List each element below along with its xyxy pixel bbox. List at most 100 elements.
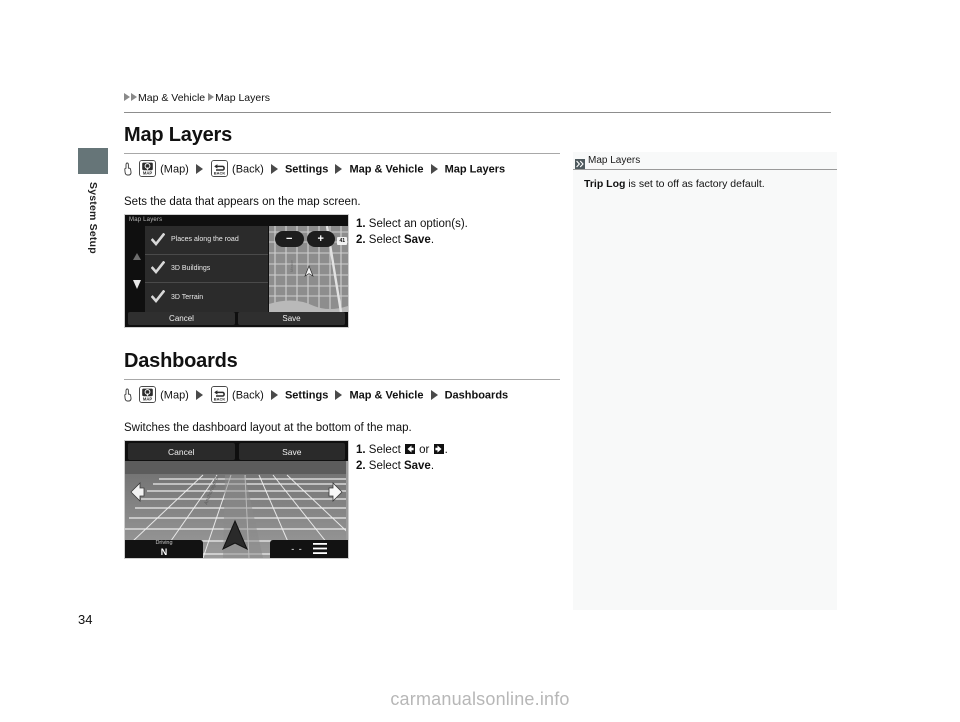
previous-dashboard-arrow-icon[interactable]	[129, 481, 145, 508]
hand-pointer-icon	[124, 388, 133, 402]
step-text: Select	[368, 460, 404, 472]
step-text-after: or	[415, 444, 433, 456]
list-item[interactable]: 3D Terrain	[145, 283, 268, 312]
step-number: 1.	[356, 444, 366, 456]
cancel-button[interactable]: Cancel	[128, 312, 235, 325]
breadcrumb-item-map-vehicle: Map & Vehicle	[138, 92, 206, 105]
map-zoom-controls[interactable]: − +	[275, 231, 335, 247]
breadcrumb-item-map-layers: Map Layers	[215, 92, 270, 105]
steps-list-map-layers: 1. Select an option(s). 2. Select Save.	[356, 216, 468, 248]
page-title-map-layers: Map Layers	[124, 124, 233, 146]
menu-icon[interactable]	[312, 542, 327, 556]
step-text-after: .	[430, 460, 435, 472]
save-button[interactable]: Save	[238, 443, 345, 460]
nav-path-dashboards: MAP (Map) BACK (Back) Settings Map & Veh…	[124, 386, 560, 404]
map-preview[interactable]: Mission − + 41	[269, 226, 348, 312]
main-content: Map Layers MAP (Map) BACK (Back) Setting…	[124, 124, 560, 559]
back-hardware-button-icon[interactable]: BACK	[210, 386, 228, 403]
scroll-arrows[interactable]	[131, 251, 143, 291]
figure-row-dashboards: Anchorage St Cancel Save Driving N - - 1…	[124, 440, 560, 559]
page-title-dashboards: Dashboards	[124, 350, 238, 372]
note-bold-term: Trip Log	[584, 178, 626, 190]
nav-item-settings[interactable]: Settings	[285, 163, 328, 175]
step-item: 1. Select or .	[356, 442, 448, 458]
side-tab-color-block	[78, 148, 108, 174]
back-button-label: (Back)	[232, 389, 264, 402]
note-body: Trip Log is set to off as factory defaul…	[573, 170, 837, 192]
zoom-in-button[interactable]: +	[306, 231, 335, 247]
side-note-box: Map Layers Trip Log is set to off as fac…	[573, 152, 837, 610]
map-hardware-button-icon[interactable]: MAP	[139, 386, 157, 403]
step-number: 2.	[356, 234, 366, 246]
step-text: Select	[368, 444, 404, 456]
checkmark-icon	[150, 261, 166, 275]
driving-label: Driving	[155, 540, 173, 547]
breadcrumb-triangle-icon	[208, 93, 215, 102]
nav-arrow-icon	[430, 389, 438, 400]
nav-item-map-vehicle[interactable]: Map & Vehicle	[349, 389, 423, 401]
side-tab-label: System Setup	[87, 182, 99, 254]
compass-widget[interactable]: Driving N	[125, 540, 203, 558]
nav-item-map-layers[interactable]: Map Layers	[445, 163, 506, 175]
title-divider	[124, 153, 560, 154]
svg-text:MAP: MAP	[143, 170, 153, 175]
section-description-dashboards: Switches the dashboard layout at the bot…	[124, 422, 412, 434]
eta-widget[interactable]: - -	[270, 540, 348, 558]
step-number: 1.	[356, 218, 366, 230]
page-number: 34	[78, 612, 93, 627]
section-description-map-layers: Sets the data that appears on the map sc…	[124, 196, 361, 208]
map-button-label: (Map)	[160, 163, 189, 176]
header-divider	[124, 112, 831, 113]
eta-value: - -	[291, 543, 303, 554]
back-button-label: (Back)	[232, 163, 264, 176]
screenshot-footer-buttons: Cancel Save	[125, 312, 348, 327]
steps-list-dashboards: 1. Select or . 2. Select Save.	[356, 442, 448, 474]
nav-arrow-icon	[270, 389, 278, 400]
device-screenshot-dashboards: Anchorage St Cancel Save Driving N - -	[124, 440, 349, 559]
dashboard-right-arrow-icon	[433, 443, 444, 454]
save-button[interactable]: Save	[238, 312, 345, 325]
nav-arrow-icon	[335, 389, 343, 400]
svg-text:BACK: BACK	[214, 171, 226, 176]
step-number: 2.	[356, 460, 366, 472]
watermark: carmanualsonline.info	[390, 689, 570, 709]
heading-value: N	[160, 546, 168, 557]
screenshot-title: Map Layers	[129, 217, 163, 223]
svg-text:Mission: Mission	[290, 260, 294, 272]
section-dashboards: Dashboards MAP (Map) BACK (Back) Setting…	[124, 350, 560, 559]
nav-arrow-icon	[195, 389, 203, 400]
nav-item-map-vehicle[interactable]: Map & Vehicle	[349, 163, 423, 175]
svg-text:BACK: BACK	[214, 397, 226, 402]
zoom-out-button[interactable]: −	[275, 231, 304, 247]
note-text: is set to off as factory default.	[625, 178, 765, 190]
nav-arrow-icon	[270, 163, 278, 174]
list-item[interactable]: Places along the road	[145, 226, 268, 255]
step-text-after: .	[430, 234, 435, 246]
cancel-button[interactable]: Cancel	[128, 443, 235, 460]
note-title: Map Layers	[588, 155, 641, 166]
step-text: Select	[368, 234, 404, 246]
map-hardware-button-icon[interactable]: MAP	[139, 160, 157, 177]
breadcrumb-triangle-icon	[131, 93, 137, 102]
step-item: 2. Select Save.	[356, 458, 448, 474]
map-scale-badge: 41	[337, 237, 347, 245]
step-text-bold: Save	[403, 234, 431, 246]
back-hardware-button-icon[interactable]: BACK	[210, 160, 228, 177]
nav-item-dashboards[interactable]: Dashboards	[445, 389, 509, 401]
breadcrumb: Map & Vehicle Map Layers	[124, 92, 270, 104]
dashboard-bottom-bar: Driving N - -	[125, 540, 348, 558]
nav-item-settings[interactable]: Settings	[285, 389, 328, 401]
next-dashboard-arrow-icon[interactable]	[328, 481, 344, 508]
nav-path-map-layers: MAP (Map) BACK (Back) Settings Map & Veh…	[124, 160, 560, 178]
bottom-bar-spacer	[203, 540, 270, 558]
double-chevron-right-icon	[575, 156, 585, 169]
dashboard-left-arrow-icon	[404, 443, 415, 454]
list-item[interactable]: 3D Buildings	[145, 255, 268, 284]
step-period: .	[444, 444, 448, 456]
step-item: 2. Select Save.	[356, 232, 468, 248]
map-button-label: (Map)	[160, 389, 189, 402]
step-item: 1. Select an option(s).	[356, 216, 468, 232]
note-header: Map Layers	[573, 152, 837, 170]
map-layers-option-list: Places along the road 3D Buildings 3D Te…	[145, 226, 268, 312]
title-divider	[124, 379, 560, 380]
